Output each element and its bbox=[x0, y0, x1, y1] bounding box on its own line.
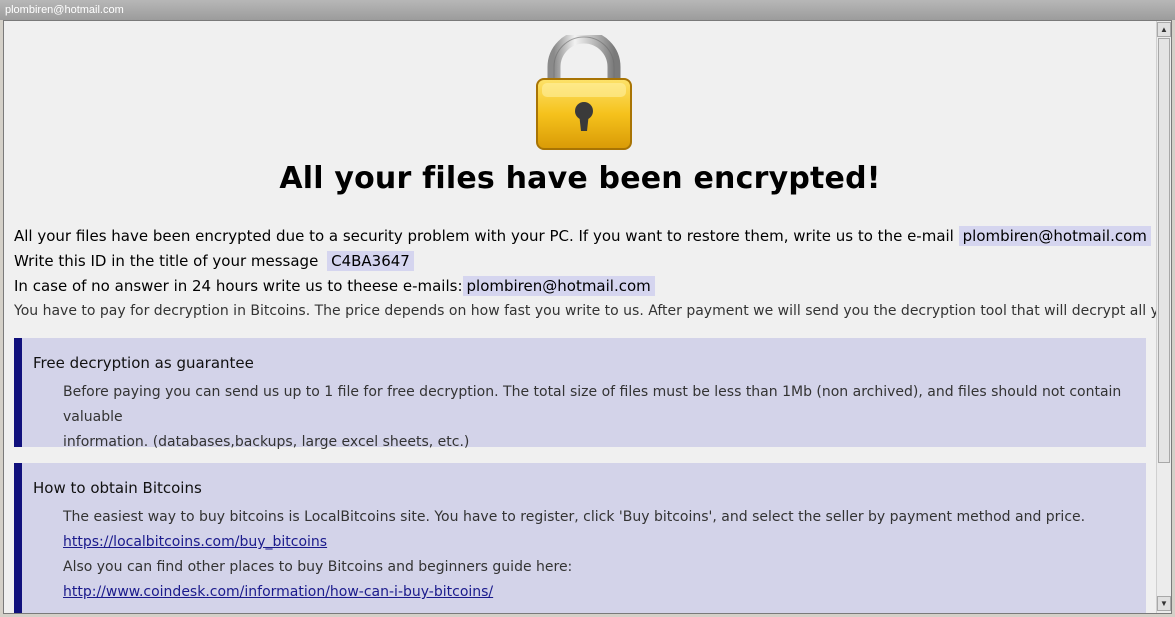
free-decryption-body: Before paying you can send us up to 1 fi… bbox=[63, 380, 1138, 455]
intro-line-1: All your files have been encrypted due t… bbox=[14, 226, 1151, 246]
obtain-bitcoins-text-2: Also you can find other places to buy Bi… bbox=[63, 559, 573, 575]
localbitcoins-link[interactable]: https://localbitcoins.com/buy_bitcoins bbox=[63, 534, 327, 550]
contact-email: plombiren@hotmail.com bbox=[958, 226, 1151, 246]
free-decryption-title: Free decryption as guarantee bbox=[33, 354, 254, 372]
vertical-scrollbar[interactable]: ▲ ▼ bbox=[1156, 21, 1171, 613]
scroll-down-button[interactable]: ▼ bbox=[1157, 596, 1171, 611]
coindesk-link[interactable]: http://www.coindesk.com/information/how-… bbox=[63, 584, 493, 600]
scroll-thumb[interactable] bbox=[1158, 38, 1170, 463]
scroll-up-button[interactable]: ▲ bbox=[1157, 22, 1171, 37]
obtain-bitcoins-title: How to obtain Bitcoins bbox=[33, 479, 202, 497]
intro-line-2: Write this ID in the title of your messa… bbox=[14, 251, 414, 271]
page-title: All your files have been encrypted! bbox=[279, 161, 881, 196]
padlock-icon bbox=[536, 35, 632, 150]
triangle-up-icon: ▲ bbox=[1160, 25, 1168, 34]
message-content: All your files have been encrypted! All … bbox=[4, 21, 1156, 613]
victim-id: C4BA3647 bbox=[327, 251, 414, 271]
intro-line-4: You have to pay for decryption in Bitcoi… bbox=[14, 303, 1156, 319]
intro-line-3: In case of no answer in 24 hours write u… bbox=[14, 276, 655, 296]
message-window: All your files have been encrypted! All … bbox=[3, 20, 1172, 614]
intro-line-1-text: All your files have been encrypted due t… bbox=[14, 227, 954, 245]
free-decryption-text-2: information. (databases,backups, large e… bbox=[63, 434, 470, 450]
obtain-bitcoins-panel: How to obtain Bitcoins The easiest way t… bbox=[14, 463, 1146, 613]
backup-email: plombiren@hotmail.com bbox=[462, 276, 655, 296]
obtain-bitcoins-text-1: The easiest way to buy bitcoins is Local… bbox=[63, 509, 1086, 525]
window-title: plombiren@hotmail.com bbox=[5, 4, 124, 16]
free-decryption-panel: Free decryption as guarantee Before payi… bbox=[14, 338, 1146, 450]
intro-line-2-text: Write this ID in the title of your messa… bbox=[14, 252, 319, 270]
intro-line-3-text: In case of no answer in 24 hours write u… bbox=[14, 277, 463, 295]
triangle-down-icon: ▼ bbox=[1160, 599, 1168, 608]
window-title-bar: plombiren@hotmail.com bbox=[0, 0, 1175, 20]
free-decryption-text-1: Before paying you can send us up to 1 fi… bbox=[63, 384, 1122, 425]
obtain-bitcoins-body: The easiest way to buy bitcoins is Local… bbox=[63, 505, 1138, 605]
